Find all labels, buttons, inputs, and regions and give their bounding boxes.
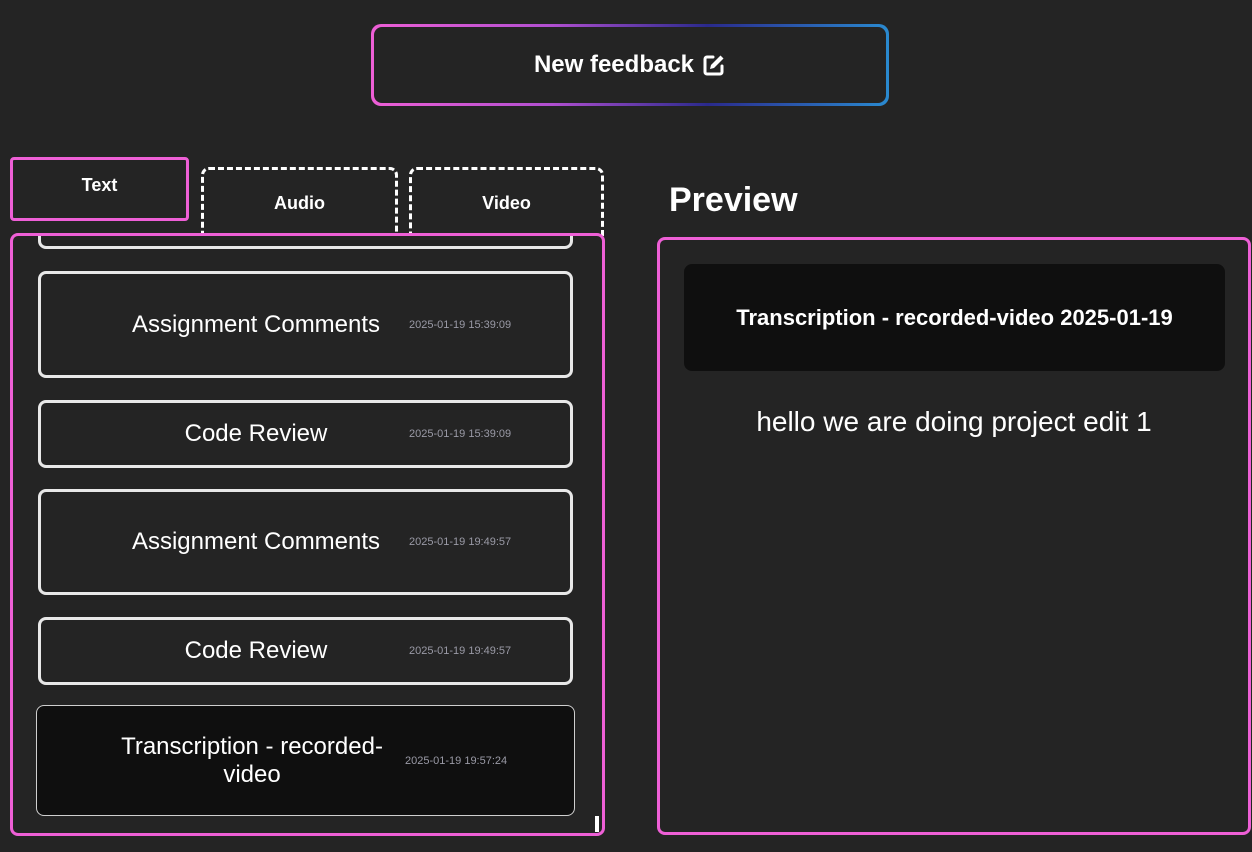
preview-title: Transcription - recorded-video 2025-01-1… [684,264,1225,371]
list-item-title: Transcription - recorded-video [121,732,383,788]
feedback-list-panel[interactable]: Assignment Comments 2025-01-19 15:39:09 … [10,233,605,836]
list-item[interactable]: Assignment Comments 2025-01-19 19:49:57 [38,489,573,595]
list-item-partial[interactable] [38,236,573,249]
list-item-timestamp: 2025-01-19 19:57:24 [405,754,508,767]
edit-square-icon [702,53,726,77]
list-item-timestamp: 2025-01-19 19:49:57 [409,536,512,548]
list-item[interactable]: Code Review 2025-01-19 15:39:09 [38,400,573,468]
list-item-timestamp: 2025-01-19 15:39:09 [409,428,512,440]
preview-heading: Preview [669,181,798,219]
list-item-selected[interactable]: Transcription - recorded-video 2025-01-1… [36,705,575,816]
tab-audio[interactable]: Audio [201,167,398,237]
list-item-title: Assignment Comments [131,528,381,555]
list-item[interactable]: Assignment Comments 2025-01-19 15:39:09 [38,271,573,378]
list-item-title: Code Review [184,420,328,447]
new-feedback-label: New feedback [533,51,695,78]
feedback-list: Assignment Comments 2025-01-19 15:39:09 … [13,236,602,833]
tab-text[interactable]: Text [10,157,189,221]
scrollbar-thumb[interactable] [595,816,599,832]
new-feedback-inner: New feedback [374,27,886,103]
list-item[interactable]: Code Review 2025-01-19 19:49:57 [38,617,573,685]
list-item-title: Assignment Comments [131,310,381,338]
preview-panel: Transcription - recorded-video 2025-01-1… [657,237,1251,835]
tab-video[interactable]: Video [409,167,604,237]
list-item-timestamp: 2025-01-19 15:39:09 [409,318,512,331]
list-item-title: Code Review [184,637,328,664]
new-feedback-button[interactable]: New feedback [371,24,889,106]
preview-body-text: hello we are doing project edit 1 [756,406,1152,437]
list-item-timestamp: 2025-01-19 19:49:57 [409,645,512,657]
